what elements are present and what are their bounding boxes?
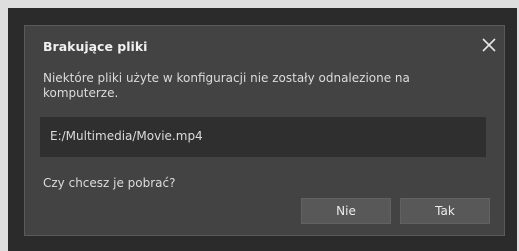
missing-files-dialog: Brakujące pliki Niektóre pliki użyte w k… [24,25,505,236]
dialog-message: Niektóre pliki użyte w konfiguracji nie … [43,71,410,100]
dialog-question: Czy chcesz je pobrać? [43,176,176,190]
yes-button[interactable]: Tak [400,198,490,224]
close-button[interactable] [479,35,499,55]
close-icon [482,38,496,52]
missing-file-list: E:/Multimedia/Movie.mp4 [40,117,486,157]
no-button[interactable]: Nie [301,198,391,224]
missing-file-path: E:/Multimedia/Movie.mp4 [50,129,203,143]
dialog-title: Brakujące pliki [43,39,148,54]
